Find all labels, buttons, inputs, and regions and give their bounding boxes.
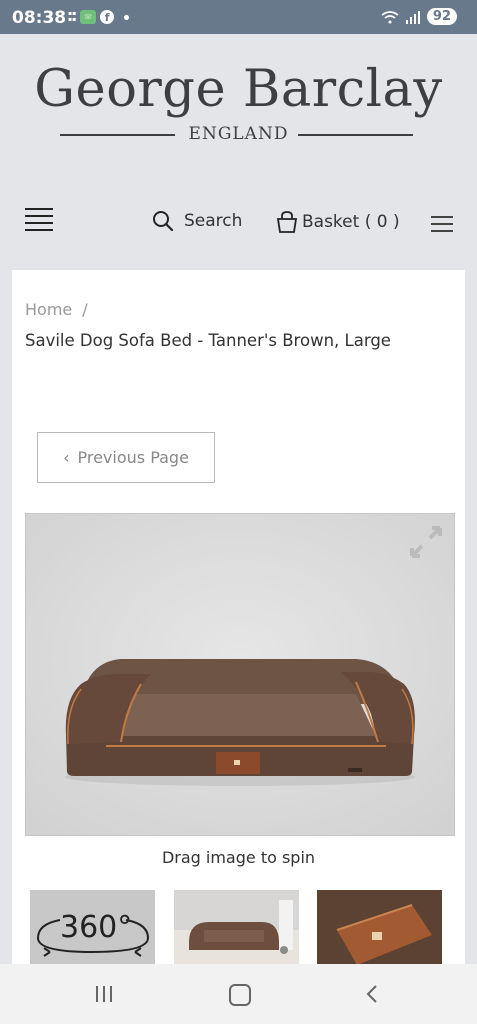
status-bar: 08:38 ▪▪ ▪▪ ☏ f 92 xyxy=(0,0,477,34)
top-navigation: Search Basket ( 0 ) xyxy=(0,200,477,250)
previous-page-label: Previous Page xyxy=(77,448,189,467)
logo-rule-right xyxy=(298,134,413,136)
breadcrumb-separator: / xyxy=(82,300,88,319)
wifi-icon xyxy=(381,10,399,23)
thumbnail-room-image xyxy=(174,890,299,965)
signal-icon xyxy=(405,10,420,24)
thumbnail-label-closeup[interactable] xyxy=(317,890,442,965)
basket-icon xyxy=(276,211,298,233)
more-menu-icon[interactable] xyxy=(431,216,453,237)
search-button[interactable]: Search xyxy=(152,210,242,232)
chevron-left-icon: ‹ xyxy=(63,448,70,467)
menu-icon[interactable] xyxy=(25,208,53,236)
logo-subtitle-text: ENGLAND xyxy=(188,124,289,144)
page-title: Savile Dog Sofa Bed - Tanner's Brown, La… xyxy=(25,331,391,350)
breadcrumb-home-link[interactable]: Home xyxy=(25,300,72,319)
breadcrumb: Home / xyxy=(25,300,88,319)
expand-icon[interactable] xyxy=(410,526,442,558)
basket-label: Basket ( 0 ) xyxy=(302,212,400,232)
thumbnail-360-label: 360° xyxy=(60,910,133,945)
system-navigation-bar xyxy=(0,964,477,1024)
product-card: Home / Savile Dog Sofa Bed - Tanner's Bro… xyxy=(12,270,465,970)
logo-rule-left xyxy=(60,134,175,136)
back-icon[interactable] xyxy=(364,984,380,1004)
notification-dot-icon xyxy=(124,14,130,20)
logo-wordmark: George Barclay xyxy=(34,60,443,119)
home-icon[interactable] xyxy=(229,984,251,1006)
product-image xyxy=(26,514,454,835)
status-notification-icons: ▪▪ ▪▪ ☏ f xyxy=(68,10,130,24)
thumbnail-label-image xyxy=(317,890,442,965)
thumbnail-strip: 360° xyxy=(30,890,460,970)
phone-app-icon: ☏ xyxy=(80,10,97,24)
brand-logo[interactable]: George Barclay ENGLAND xyxy=(0,60,477,144)
thumbnail-360[interactable]: 360° xyxy=(30,890,155,965)
spin-caption: Drag image to spin xyxy=(161,848,316,867)
previous-page-button[interactable]: ‹ Previous Page xyxy=(37,432,215,483)
facebook-icon: f xyxy=(100,10,115,24)
thumbnail-room[interactable] xyxy=(174,890,299,965)
product-360-viewer[interactable] xyxy=(25,513,455,836)
search-label: Search xyxy=(184,211,243,231)
search-icon xyxy=(153,211,174,232)
recent-apps-icon[interactable] xyxy=(96,986,112,1002)
basket-button[interactable]: Basket ( 0 ) xyxy=(276,210,400,234)
status-time: 08:38 xyxy=(12,8,67,28)
temu-icon: ▪▪ ▪▪ xyxy=(68,10,77,23)
logo-subtitle: ENGLAND xyxy=(0,124,477,144)
battery-indicator: 92 xyxy=(426,8,457,25)
status-right-group: 92 xyxy=(381,8,457,25)
